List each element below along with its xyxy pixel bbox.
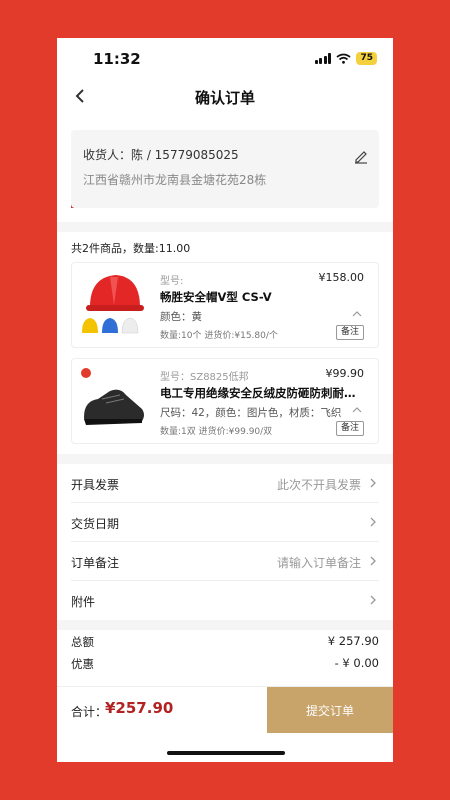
- sum-label: 合计：: [71, 705, 108, 719]
- status-bar: 11:32 75: [57, 38, 393, 78]
- goods-price: ¥158.00: [318, 271, 365, 284]
- order-note-row[interactable]: 订单备注 请输入订单备注: [71, 542, 379, 581]
- goods-quantity: 数量:1双 进货价:¥99.90/双: [160, 427, 273, 437]
- row-value: 此次不开具发票: [276, 478, 361, 492]
- order-note-placeholder[interactable]: 请输入订单备注: [277, 554, 361, 571]
- goods-spec: 尺码：42，颜色：图片色，材质：飞织: [160, 407, 342, 419]
- total-value: ¥ 257.90: [327, 634, 379, 648]
- submit-order-button[interactable]: 提交订单: [267, 687, 393, 733]
- row-label: 交货日期: [71, 517, 120, 531]
- note-button[interactable]: 备注: [335, 325, 364, 340]
- order-options: 开具发票 此次不开具发票 交货日期 订单备注 请输入订单备注 附件: [57, 464, 393, 620]
- battery-icon: 75: [356, 52, 377, 65]
- total-label: 总额: [71, 635, 94, 649]
- goods-quantity: 数量:10个 进货价:¥15.80/个: [160, 331, 278, 341]
- delivery-date-row[interactable]: 交货日期: [71, 503, 379, 542]
- chevron-right-icon: [370, 556, 376, 566]
- row-label: 订单备注: [71, 556, 120, 570]
- discount-value: - ¥ 0.00: [334, 656, 379, 670]
- helmet-image: [82, 275, 144, 334]
- row-label: 附件: [71, 595, 96, 609]
- note-button[interactable]: 备注: [335, 421, 364, 436]
- page-title: 确认订单: [194, 89, 255, 107]
- goods-price: ¥99.90: [325, 367, 365, 380]
- goods-card[interactable]: 型号: ¥158.00 畅胜安全帽V型 CS-V 颜色：黄 数量:10个 进货价…: [71, 262, 379, 348]
- phone-screen: 11:32 75 确认订单 收货人：陈 / 15779085025 江西省赣州市…: [57, 38, 393, 762]
- wifi-icon: [336, 53, 352, 64]
- goods-model: 型号:: [160, 276, 184, 287]
- section-divider: [57, 620, 393, 630]
- sum-amount: ¥257.90: [105, 699, 174, 717]
- status-time: 11:32: [93, 50, 141, 68]
- chevron-right-icon: [370, 517, 376, 527]
- chevron-right-icon: [370, 478, 376, 488]
- consignee-info: 收货人：陈 / 15779085025: [83, 148, 239, 162]
- status-icons: 75: [314, 52, 377, 65]
- section-divider: [57, 454, 393, 464]
- discount-label: 优惠: [71, 657, 94, 671]
- collapse-chevron-icon[interactable]: [352, 309, 362, 319]
- goods-model: 型号：SZ8825低邦: [160, 372, 249, 383]
- invoice-row[interactable]: 开具发票 此次不开具发票: [71, 464, 379, 503]
- home-indicator: [167, 751, 285, 755]
- nav-bar: 确认订单: [57, 78, 393, 116]
- attachment-row[interactable]: 附件: [71, 581, 379, 620]
- delivery-address: 江西省赣州市龙南县金塘花苑28栋: [83, 173, 267, 187]
- goods-card[interactable]: 型号：SZ8825低邦 ¥99.90 电工专用绝缘安全反绒皮防砸防刺耐磨劳保鞋 …: [71, 358, 379, 444]
- goods-name: 畅胜安全帽V型 CS-V: [160, 290, 272, 304]
- total-amount-row: 总额 ¥ 257.90: [71, 630, 379, 652]
- goods-spec: 颜色：黄: [160, 311, 202, 323]
- checkout-bar: 合计： ¥257.90 提交订单: [57, 686, 393, 733]
- goods-name: 电工专用绝缘安全反绒皮防砸防刺耐磨劳保鞋: [160, 386, 360, 400]
- edit-icon[interactable]: [353, 148, 369, 164]
- section-divider: [57, 222, 393, 232]
- collapse-chevron-icon[interactable]: [352, 405, 362, 415]
- signal-icon: [314, 53, 332, 64]
- row-label: 开具发票: [71, 478, 120, 492]
- totals-section: 总额 ¥ 257.90 优惠 - ¥ 0.00: [57, 630, 393, 680]
- order-summary: 共2件商品，数量:11.00: [71, 242, 191, 255]
- discount-row: 优惠 - ¥ 0.00: [71, 652, 379, 674]
- safety-shoe-image: [81, 368, 144, 425]
- chevron-right-icon: [370, 595, 376, 605]
- address-card[interactable]: 收货人：陈 / 15779085025 江西省赣州市龙南县金塘花苑28栋: [71, 130, 379, 208]
